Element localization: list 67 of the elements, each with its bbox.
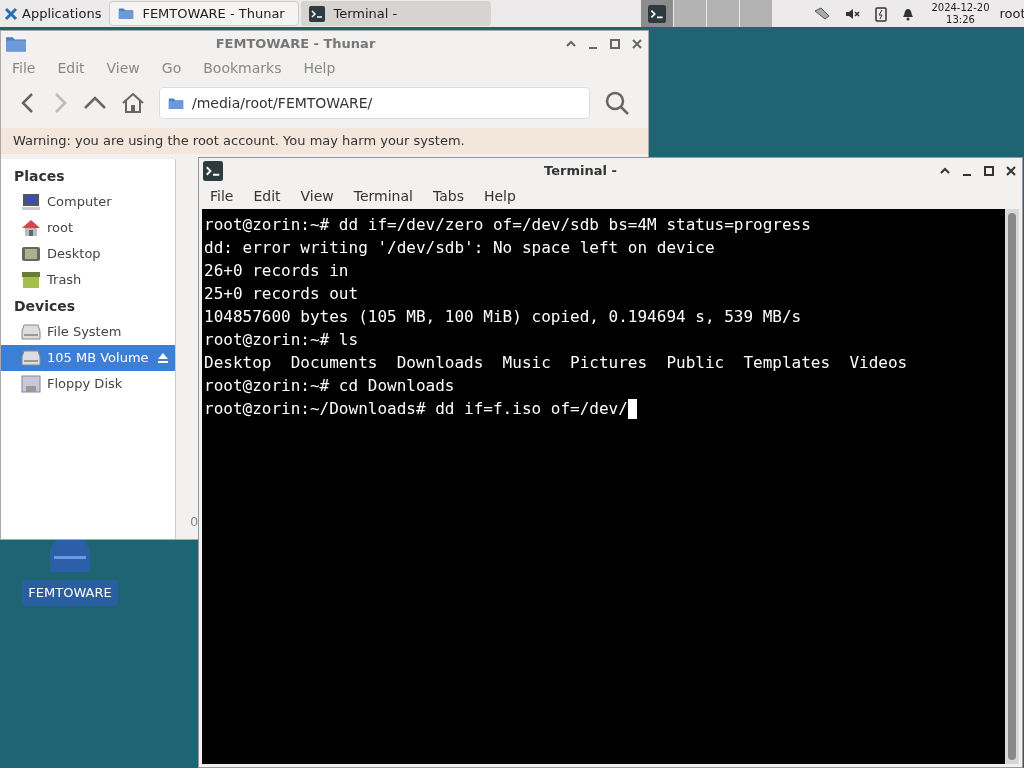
sidebar-item[interactable]: Desktop (1, 241, 175, 267)
window-title: Terminal - (543, 162, 618, 181)
muted-speaker-icon[interactable] (845, 6, 862, 21)
terminal-line: root@zorin:~# dd if=/dev/zero of=/dev/sdb bs=4M status=progress (204, 214, 811, 236)
sidebar-item[interactable]: Computer (1, 189, 175, 215)
terminal-icon (648, 4, 667, 23)
menu-item[interactable]: Tabs (432, 186, 464, 207)
drive-icon (21, 324, 41, 340)
applications-menu[interactable]: Applications (0, 0, 106, 27)
warning-bar: Warning: you are using the root account. You may harm your system. (1, 128, 648, 154)
desktop-icon (21, 245, 41, 263)
sidebar-item-label: root (47, 219, 74, 238)
window-title: FEMTOWARE - Thunar (214, 34, 377, 53)
terminal-line: root@zorin:~# cd Downloads (204, 375, 455, 397)
home-icon[interactable] (121, 92, 145, 114)
sidebar-item-label: Floppy Disk (47, 375, 123, 394)
sidebar-item-label: Desktop (47, 245, 101, 264)
sidebar-item[interactable]: Floppy Disk (1, 371, 175, 397)
terminal-line: 26+0 records in (204, 260, 349, 282)
sidebar-heading: Devices (13, 296, 77, 316)
terminal-line: dd: error writing '/dev/sdb': No space left on device (204, 237, 715, 259)
maximize-icon[interactable] (982, 164, 996, 178)
menu-item[interactable]: Terminal (353, 186, 413, 207)
workspace-button[interactable] (641, 0, 675, 27)
taskbar-task[interactable]: Terminal - (301, 1, 492, 26)
location-field[interactable]: /media/root/FEMTOWARE/ (159, 87, 590, 119)
sidebar-item-label: File System (47, 323, 122, 342)
terminal-line: root@zorin:~# ls (204, 329, 359, 351)
terminal-icon (309, 5, 326, 22)
folder-icon (5, 34, 27, 53)
drive-icon (21, 350, 41, 366)
sidebar-item-label: 105 MB Volume (47, 349, 149, 368)
maximize-icon[interactable] (608, 36, 622, 51)
menu-item[interactable]: Help (483, 186, 516, 207)
sidebar-item-label: Trash (47, 271, 82, 290)
taskbar-task[interactable]: FEMTOWARE - Thunar (109, 1, 300, 26)
menu-item[interactable]: File (210, 186, 234, 207)
sidebar-heading: Places (13, 166, 66, 186)
terminal-line: Desktop Documents Downloads Music Pictures Public Templates Videos (204, 352, 908, 374)
close-icon[interactable] (1004, 164, 1018, 178)
menu-item[interactable]: Edit (253, 186, 281, 207)
sidebar-item[interactable]: File System (1, 319, 175, 345)
battery-icon[interactable] (875, 5, 888, 22)
close-icon[interactable] (630, 36, 644, 51)
sidebar-item[interactable]: root (1, 215, 175, 241)
terminal-line: 25+0 records out (204, 283, 359, 305)
bell-icon[interactable] (901, 6, 916, 21)
menu-item[interactable]: View (300, 186, 334, 207)
desktop-icon-label[interactable]: FEMTOWARE (22, 580, 118, 606)
terminal-icon (203, 161, 223, 181)
cursor-block (627, 398, 637, 419)
terminal-line: root@zorin:~/Downloads# dd if=f.iso of=/dev/ (204, 398, 628, 420)
search-icon[interactable] (604, 90, 630, 116)
eject-icon[interactable] (157, 352, 169, 364)
folder-icon (168, 96, 184, 110)
computer-icon (21, 193, 41, 211)
sidebar-item[interactable]: 105 MB Volume (1, 345, 175, 371)
sidebar-item[interactable]: Trash (1, 267, 175, 293)
scrollbar[interactable] (1005, 209, 1019, 764)
folder-icon (118, 7, 135, 20)
terminal-line: 104857600 bytes (105 MB, 100 MiB) copied, 0.194694 s, 539 MB/s (204, 306, 802, 328)
home-icon (21, 219, 41, 237)
sidebar-item-label: Computer (47, 193, 112, 212)
status-text: 0 (190, 512, 199, 531)
trash-icon (21, 271, 41, 289)
x-logo-icon (4, 6, 18, 21)
clock[interactable]: 2024-12-20 13:26 (931, 1, 990, 26)
